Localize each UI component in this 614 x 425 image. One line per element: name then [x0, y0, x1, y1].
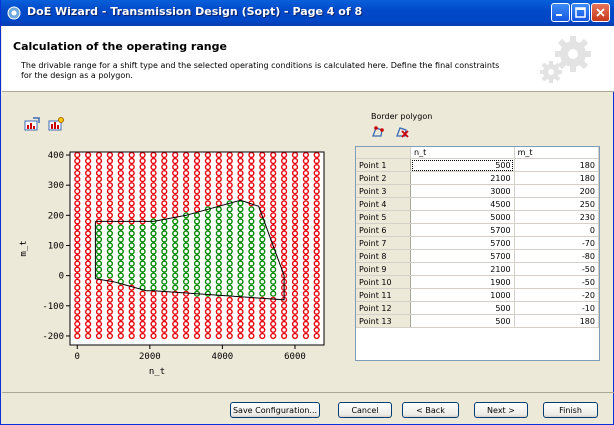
cell-n_t[interactable]: 5700 [410, 223, 515, 237]
back-button[interactable]: < Back [402, 402, 459, 418]
y-tick-label: 100 [48, 241, 64, 251]
row-header[interactable]: Point 12 [356, 301, 411, 315]
table-row[interactable]: Point 10 1900 -50 [356, 275, 599, 289]
table-row[interactable]: Point 11 1000 -20 [356, 288, 599, 302]
gears-icon [540, 36, 591, 83]
row-header[interactable]: Point 4 [356, 197, 411, 211]
cell-n_t[interactable]: 2100 [410, 171, 515, 185]
page-heading: Calculation of the operating range [13, 40, 227, 53]
y-axis-label: m_t [19, 240, 29, 256]
border-polygon-table[interactable]: n_t m_t Point 1 500 180 Point 2 2100 180 Point… [355, 146, 600, 361]
cell-m_t[interactable]: 180 [514, 171, 599, 185]
table-row[interactable]: Point 12 500 -10 [356, 301, 599, 315]
cell-m_t[interactable]: -50 [514, 275, 599, 289]
cell-n_t[interactable]: 2100 [410, 262, 515, 276]
border-polygon-label: Border polygon [371, 112, 433, 121]
table-row[interactable]: Point 3 3000 200 [356, 184, 599, 198]
wizard-window: DoE Wizard - Transmission Design (Sopt) … [0, 0, 614, 425]
column-header-n_t[interactable]: n_t [410, 147, 515, 159]
wizard-footer: Save Configuration... Cancel < Back Next… [2, 392, 614, 425]
table-row[interactable]: Point 4 4500 250 [356, 197, 599, 211]
x-tick-label: 0 [75, 352, 80, 362]
cell-m_t[interactable]: 250 [514, 197, 599, 211]
corner-header [356, 147, 411, 159]
cell-m_t[interactable]: 0 [514, 223, 599, 237]
row-header[interactable]: Point 9 [356, 262, 411, 276]
close-icon [596, 8, 605, 17]
minimize-icon [556, 14, 562, 16]
row-header[interactable]: Point 1 [356, 158, 411, 172]
minimize-button[interactable] [551, 3, 570, 22]
cell-m_t[interactable]: 180 [514, 314, 599, 328]
finish-button[interactable]: Finish [543, 402, 598, 418]
maximize-icon [575, 7, 586, 18]
y-tick-label: -100 [42, 302, 64, 312]
table-row[interactable]: Point 1 500 180 [356, 158, 599, 172]
cell-m_t[interactable]: -50 [514, 262, 599, 276]
cell-m_t[interactable]: -70 [514, 236, 599, 250]
row-header[interactable]: Point 5 [356, 210, 411, 224]
row-header[interactable]: Point 13 [356, 314, 411, 328]
cancel-button[interactable]: Cancel [338, 402, 392, 418]
table-row[interactable]: Point 7 5700 -70 [356, 236, 599, 250]
cell-m_t[interactable]: 180 [514, 158, 599, 172]
page-description: The drivable range for a shift type and … [21, 61, 500, 80]
y-tick-label: 0 [59, 272, 64, 282]
table-row[interactable]: Point 5 5000 230 [356, 210, 599, 224]
cell-n_t[interactable]: 5700 [410, 236, 515, 250]
cell-n_t[interactable]: 1000 [410, 288, 515, 302]
cell-n_t[interactable]: 5000 [410, 210, 515, 224]
app-icon [7, 6, 21, 20]
cell-m_t[interactable]: -80 [514, 249, 599, 263]
cell-m_t[interactable]: 200 [514, 184, 599, 198]
column-header-m_t[interactable]: m_t [514, 147, 599, 159]
cell-m_t[interactable]: 230 [514, 210, 599, 224]
row-header[interactable]: Point 10 [356, 275, 411, 289]
close-button[interactable] [591, 3, 610, 22]
operating-range-chart: 0 2000 4000 6000 -200 -100 0 100 200 300 400 n_t m_t [19, 151, 325, 377]
x-axis-label: n_t [149, 367, 165, 377]
cell-n_t[interactable]: 1900 [410, 275, 515, 289]
wizard-body: 0 2000 4000 6000 -200 -100 0 100 200 300 400 n_t m_t… [2, 92, 614, 392]
cell-n_t[interactable]: 500 [410, 158, 515, 172]
row-header[interactable]: Point 7 [356, 236, 411, 250]
y-tick-label: 200 [48, 211, 64, 221]
row-header[interactable]: Point 6 [356, 223, 411, 237]
wizard-header: Calculation of the operating range The d… [2, 26, 614, 92]
add-point-icon[interactable] [370, 125, 386, 139]
table-row[interactable]: Point 13 500 180 [356, 314, 599, 328]
cell-n_t[interactable]: 500 [410, 301, 515, 315]
x-tick-label: 4000 [212, 352, 234, 362]
cell-n_t[interactable]: 3000 [410, 184, 515, 198]
y-tick-label: 300 [48, 181, 64, 191]
table-row[interactable]: Point 6 5700 0 [356, 223, 599, 237]
cell-m_t[interactable]: -20 [514, 288, 599, 302]
maximize-button[interactable] [571, 3, 590, 22]
save-configuration-button[interactable]: Save Configuration... [230, 402, 320, 418]
row-header[interactable]: Point 2 [356, 171, 411, 185]
plot-settings-icon[interactable] [48, 117, 65, 131]
x-tick-label: 2000 [139, 352, 161, 362]
cell-n_t[interactable]: 5700 [410, 249, 515, 263]
polygon-toolbar [370, 124, 413, 143]
next-button[interactable]: Next > [474, 402, 528, 418]
cell-n_t[interactable]: 500 [410, 314, 515, 328]
window-title: DoE Wizard - Transmission Design (Sopt) … [27, 5, 363, 18]
cell-m_t[interactable]: -10 [514, 301, 599, 315]
table-row[interactable]: Point 9 2100 -50 [356, 262, 599, 276]
y-tick-label: -200 [42, 332, 64, 342]
row-header[interactable]: Point 3 [356, 184, 411, 198]
delete-point-icon[interactable] [394, 125, 410, 139]
plot-toolbar [24, 116, 67, 135]
plot-export-icon[interactable] [24, 117, 40, 131]
table-row[interactable]: Point 2 2100 180 [356, 171, 599, 185]
x-tick-label: 6000 [284, 352, 306, 362]
row-header[interactable]: Point 8 [356, 249, 411, 263]
cell-n_t[interactable]: 4500 [410, 197, 515, 211]
table-header-row: n_t m_t [356, 147, 599, 159]
y-tick-label: 400 [48, 151, 64, 161]
row-header[interactable]: Point 11 [356, 288, 411, 302]
title-bar[interactable]: DoE Wizard - Transmission Design (Sopt) … [1, 0, 614, 26]
table-row[interactable]: Point 8 5700 -80 [356, 249, 599, 263]
